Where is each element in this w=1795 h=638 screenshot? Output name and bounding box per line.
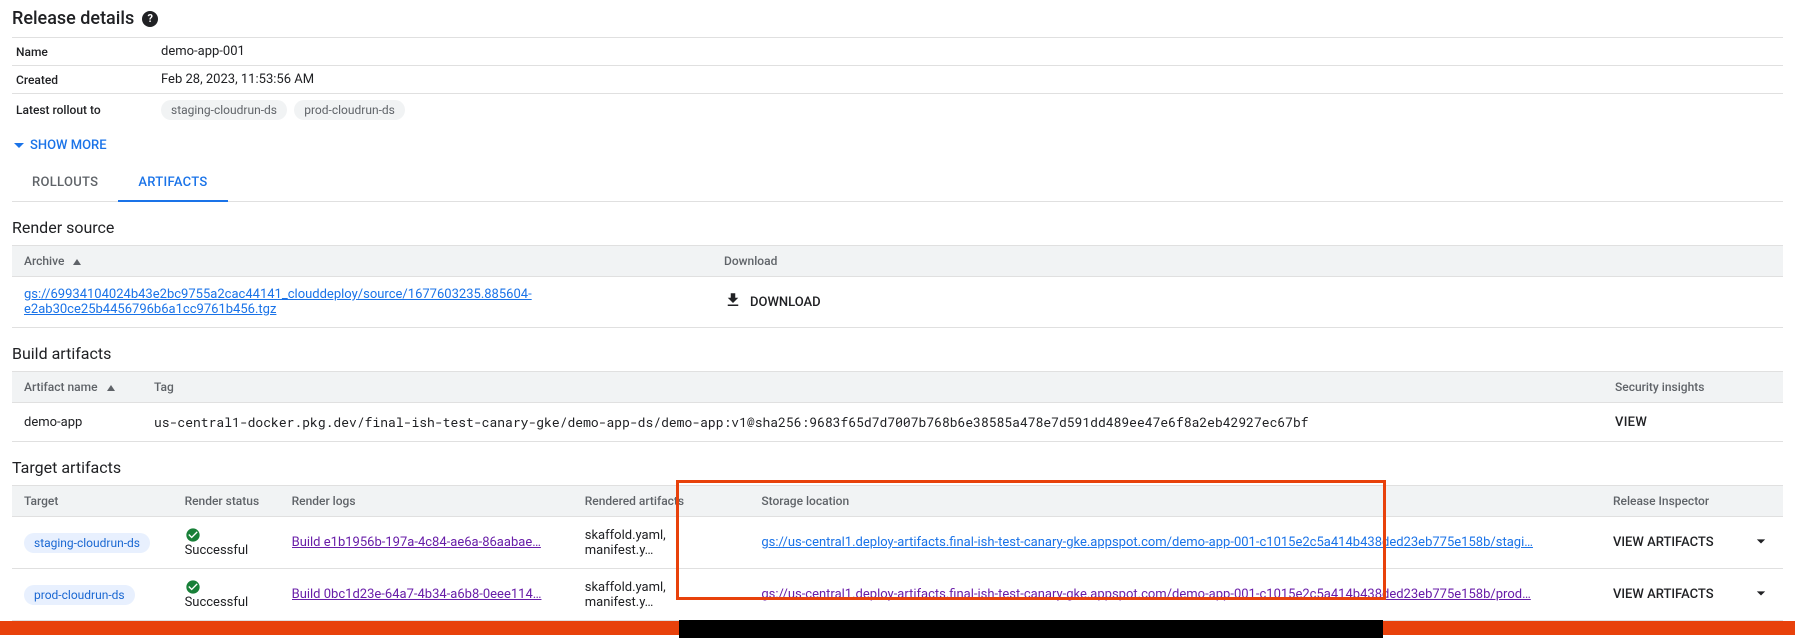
tab-rollouts[interactable]: ROLLOUTS — [12, 165, 118, 201]
chevron-down-icon — [14, 143, 24, 148]
meta-created-value: Feb 28, 2023, 11:53:56 AM — [157, 66, 1783, 94]
meta-name-value: demo-app-001 — [157, 38, 1783, 66]
table-row: demo-app us-central1-docker.pkg.dev/fina… — [12, 403, 1783, 442]
target-chip-staging[interactable]: staging-cloudrun-ds — [24, 533, 150, 553]
table-row: staging-cloudrun-ds Successful Build e1b… — [12, 517, 1783, 569]
chevron-down-icon[interactable] — [1751, 583, 1771, 607]
show-more-button[interactable]: SHOW MORE — [12, 130, 1783, 161]
page-title: Release details — [12, 8, 134, 29]
artifact-name: demo-app — [12, 403, 142, 442]
chip-staging[interactable]: staging-cloudrun-ds — [161, 100, 287, 120]
meta-latest-key: Latest rollout to — [12, 94, 157, 127]
release-meta-table: Name demo-app-001 Created Feb 28, 2023, … — [12, 37, 1783, 126]
archive-link[interactable]: gs://69934104024b43e2bc9755a2cac44141_cl… — [24, 287, 532, 317]
col-render-status: Render status — [173, 486, 280, 517]
download-icon[interactable] — [724, 291, 742, 313]
tabs: ROLLOUTS ARTIFACTS — [12, 165, 1783, 202]
col-archive-label: Archive — [24, 254, 64, 268]
render-status-value: Successful — [185, 543, 249, 558]
tab-artifacts[interactable]: ARTIFACTS — [118, 165, 227, 202]
show-more-label: SHOW MORE — [30, 138, 107, 153]
view-artifacts-button[interactable]: VIEW ARTIFACTS — [1613, 535, 1714, 550]
check-circle-icon — [185, 579, 207, 594]
col-storage: Storage location — [749, 486, 1601, 517]
render-source-table: Archive Download gs://69934104024b43e2bc… — [12, 245, 1783, 328]
build-artifacts-title: Build artifacts — [12, 344, 1783, 363]
chip-prod[interactable]: prod-cloudrun-ds — [294, 100, 405, 120]
target-artifacts-title: Target artifacts — [12, 458, 1783, 477]
render-logs-link[interactable]: Build e1b1956b-197a-4c84-ae6a-86aabae… — [292, 535, 561, 550]
sort-up-icon — [107, 385, 115, 391]
meta-name-key: Name — [12, 38, 157, 66]
download-button[interactable]: DOWNLOAD — [750, 295, 821, 310]
storage-link[interactable]: gs://us-central1.deploy-artifacts.final-… — [761, 587, 1589, 602]
check-circle-icon — [185, 527, 207, 542]
table-row: prod-cloudrun-ds Successful Build 0bc1d2… — [12, 569, 1783, 621]
chevron-down-icon[interactable] — [1751, 531, 1771, 555]
rendered-artifacts-value: skaffold.yaml, manifest.y… — [573, 517, 750, 569]
meta-latest-chips: staging-cloudrun-ds prod-cloudrun-ds — [157, 94, 1783, 127]
col-download: Download — [712, 246, 1783, 277]
col-rendered-artifacts: Rendered artifacts — [573, 486, 750, 517]
col-security-insights: Security insights — [1603, 372, 1783, 403]
artifact-tag: us-central1-docker.pkg.dev/final-ish-tes… — [142, 403, 1603, 442]
col-artifact-name[interactable]: Artifact name — [12, 372, 142, 403]
rendered-artifacts-value: skaffold.yaml, manifest.y… — [573, 569, 750, 621]
target-chip-prod[interactable]: prod-cloudrun-ds — [24, 585, 135, 605]
build-artifacts-table: Artifact name Tag Security insights demo… — [12, 371, 1783, 442]
target-artifacts-table: Target Render status Render logs Rendere… — [12, 485, 1783, 621]
storage-link[interactable]: gs://us-central1.deploy-artifacts.final-… — [761, 535, 1589, 550]
view-insights-button[interactable]: VIEW — [1615, 415, 1647, 430]
black-bar — [679, 620, 1383, 638]
col-release-inspector: Release Inspector — [1601, 486, 1783, 517]
table-row: gs://69934104024b43e2bc9755a2cac44141_cl… — [12, 277, 1783, 328]
col-archive[interactable]: Archive — [12, 246, 712, 277]
view-artifacts-button[interactable]: VIEW ARTIFACTS — [1613, 587, 1714, 602]
col-render-logs: Render logs — [280, 486, 573, 517]
help-icon[interactable]: ? — [142, 11, 158, 27]
render-source-title: Render source — [12, 218, 1783, 237]
sort-up-icon — [73, 259, 81, 265]
col-artifact-name-label: Artifact name — [24, 380, 98, 394]
col-tag: Tag — [142, 372, 1603, 403]
col-target: Target — [12, 486, 173, 517]
render-logs-link[interactable]: Build 0bc1d23e-64a7-4b34-a6b8-0eee114… — [292, 587, 561, 602]
meta-created-key: Created — [12, 66, 157, 94]
render-status-value: Successful — [185, 595, 249, 610]
